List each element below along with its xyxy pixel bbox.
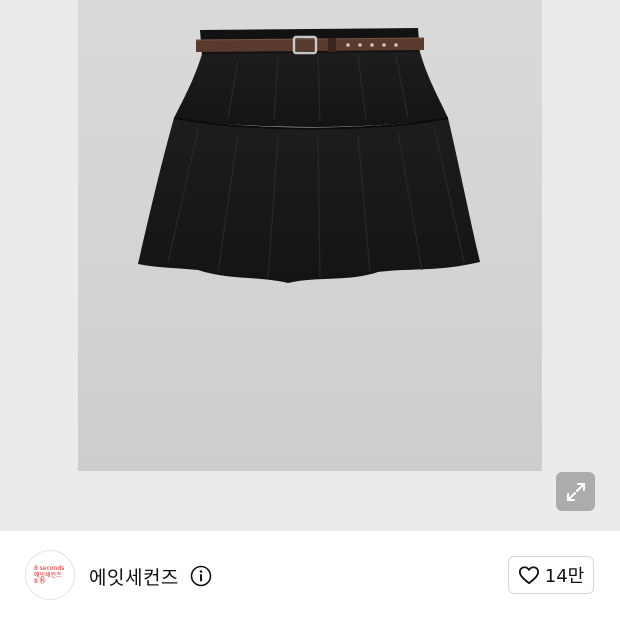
product-image[interactable] xyxy=(78,0,542,471)
store-logo[interactable]: 8 seconds 에잇세컨즈 8 秒 xyxy=(25,550,75,600)
logo-line-3: 8 秒 xyxy=(34,578,46,585)
heart-icon xyxy=(518,566,539,585)
store-name[interactable]: 에잇세컨즈 xyxy=(89,563,179,590)
image-gallery xyxy=(0,0,620,531)
skirt-illustration xyxy=(138,28,480,283)
logo-text: 8 seconds 에잇세컨즈 8 秒 xyxy=(34,565,70,586)
expand-arrows-icon xyxy=(566,482,585,501)
info-icon[interactable] xyxy=(190,565,212,587)
like-count: 14만 xyxy=(544,566,585,587)
like-button[interactable]: 14만 xyxy=(508,556,594,594)
expand-image-button[interactable] xyxy=(556,472,595,511)
store-bar: 8 seconds 에잇세컨즈 8 秒 에잇세컨즈 14만 xyxy=(0,531,620,620)
